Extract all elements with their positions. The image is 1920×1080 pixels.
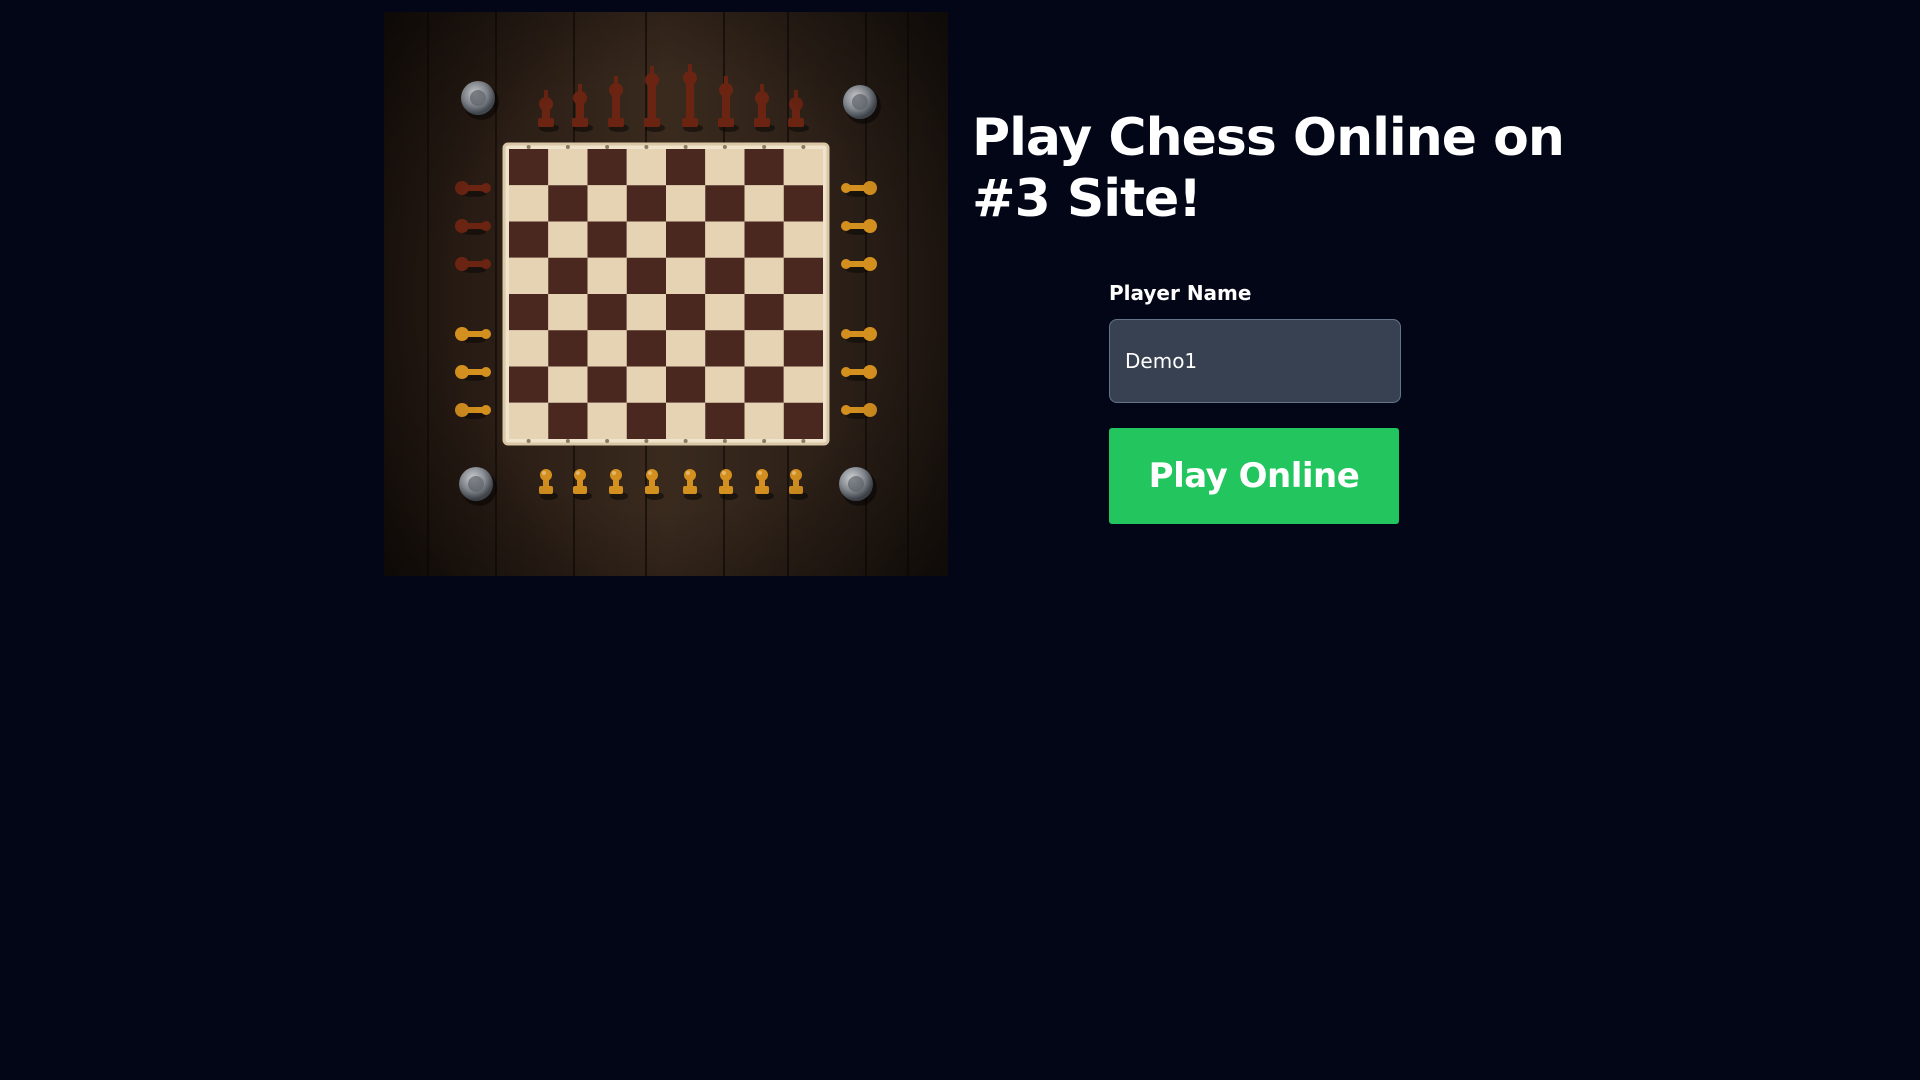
player-name-label: Player Name xyxy=(1109,281,1252,305)
chess-hero-image xyxy=(384,12,948,576)
play-form: Player Name Play Online xyxy=(1109,278,1401,524)
page-title: Play Chess Online on #3 Site! xyxy=(972,108,1565,229)
vignette-overlay xyxy=(384,12,948,576)
chess-board-illustration xyxy=(384,12,948,576)
play-online-button[interactable]: Play Online xyxy=(1109,428,1399,524)
player-name-input[interactable] xyxy=(1109,319,1401,403)
